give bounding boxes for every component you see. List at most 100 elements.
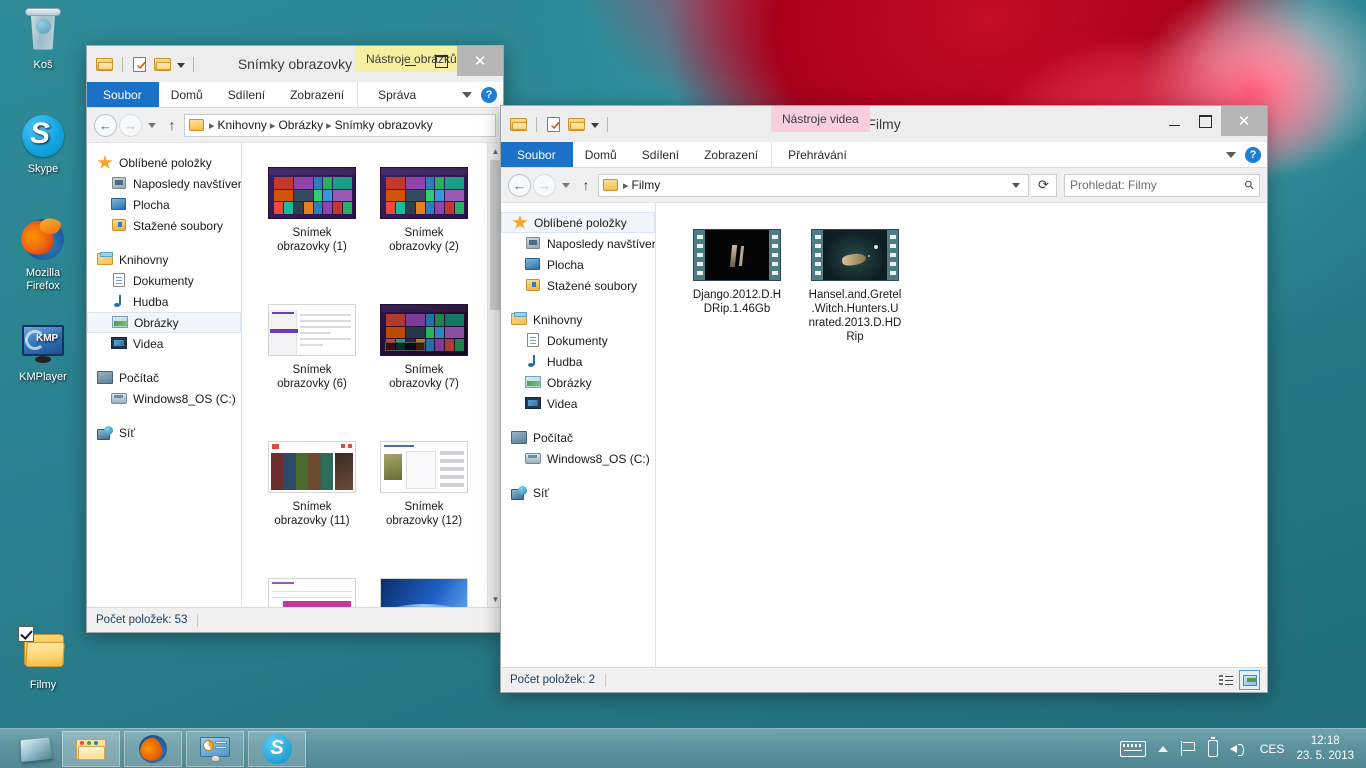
recent-locations-icon[interactable] (144, 123, 160, 128)
nav-item-desktop[interactable]: Plocha (501, 254, 655, 275)
file-item[interactable] (256, 568, 368, 607)
tab-soubor[interactable]: Soubor (87, 82, 159, 107)
window-controls[interactable]: ✕ (1159, 106, 1267, 136)
customize-dropdown-icon[interactable] (591, 123, 599, 128)
taskbar-button-skype[interactable]: S (248, 731, 306, 767)
desktop-icon-filmy-folder[interactable]: Filmy (0, 628, 86, 692)
file-item[interactable]: Snímek obrazovky (6) (256, 294, 368, 391)
file-item[interactable]: Snímek obrazovky (11) (256, 431, 368, 528)
nav-item-documents[interactable]: Dokumenty (501, 330, 655, 351)
maximize-button[interactable] (1190, 106, 1221, 136)
chevron-down-icon[interactable] (462, 92, 472, 98)
nav-item-computer[interactable]: Počítač (501, 427, 655, 448)
tab-zobrazeni[interactable]: Zobrazení (692, 142, 771, 167)
volume-icon[interactable] (1230, 741, 1248, 757)
window-controls[interactable]: ✕ (395, 46, 503, 76)
tab-prehravani[interactable]: Přehrávání (771, 142, 864, 167)
desktop-icon-recycle-bin[interactable]: Koš (0, 8, 86, 72)
tab-sdileni[interactable]: Sdílení (630, 142, 692, 167)
tab-zobrazeni[interactable]: Zobrazení (278, 82, 357, 107)
show-hidden-icons-icon[interactable] (1158, 746, 1168, 752)
window-titlebar[interactable]: Filmy Nástroje videa ✕ (501, 106, 1267, 142)
nav-item-music[interactable]: Hudba (87, 291, 241, 312)
properties-icon[interactable] (545, 116, 563, 132)
customize-dropdown-icon[interactable] (177, 63, 185, 68)
nav-item-desktop[interactable]: Plocha (87, 194, 241, 215)
language-indicator[interactable]: CES (1260, 742, 1285, 756)
navigation-pane[interactable]: Oblíbené položky Naposledy navštíver Plo… (501, 203, 656, 667)
tab-sprava[interactable]: Správa (357, 82, 437, 107)
file-item[interactable]: Snímek obrazovky (12) (368, 431, 480, 528)
taskbar-button-control-panel[interactable] (186, 731, 244, 767)
nav-item-windows8-os[interactable]: Windows8_OS (C:) (501, 448, 655, 469)
ribbon-tabs[interactable]: Soubor Domů Sdílení Zobrazení Přehrávání… (501, 142, 1267, 168)
nav-item-downloads[interactable]: Stažené soubory (501, 275, 655, 296)
file-item[interactable]: Django.2012.D.H DRip.1.46Gb (678, 219, 796, 344)
nav-item-network[interactable]: Síť (87, 422, 241, 443)
forward-button[interactable]: → (119, 114, 142, 137)
maximize-button[interactable] (426, 46, 457, 76)
action-center-icon[interactable] (1180, 741, 1196, 756)
nav-item-windows8-os[interactable]: Windows8_OS (C:) (87, 388, 241, 409)
navigation-pane[interactable]: Oblíbené položky Naposledy navštíver Plo… (87, 143, 242, 607)
nav-item-music[interactable]: Hudba (501, 351, 655, 372)
contextual-tab-video-tools[interactable]: Nástroje videa (771, 106, 870, 132)
taskbar-button-firefox[interactable] (124, 731, 182, 767)
back-button[interactable]: ← (508, 174, 531, 197)
minimize-button[interactable] (1159, 106, 1190, 136)
nav-item-recent-places[interactable]: Naposledy navštíver (501, 233, 655, 254)
keyboard-icon[interactable] (1120, 741, 1146, 757)
tab-soubor[interactable]: Soubor (501, 142, 573, 167)
nav-item-recent-places[interactable]: Naposledy navštíver (87, 173, 241, 194)
window-titlebar[interactable]: Snímky obrazovky Nástroje obrázků ✕ (87, 46, 503, 82)
folder-icon[interactable] (96, 56, 114, 72)
nav-item-network[interactable]: Síť (501, 482, 655, 503)
recent-locations-icon[interactable] (558, 183, 574, 188)
file-item[interactable] (368, 568, 480, 607)
ribbon-tabs[interactable]: Soubor Domů Sdílení Zobrazení Správa ? (87, 82, 503, 108)
file-list-pane[interactable]: Django.2012.D.H DRip.1.46Gb Hansel.and.G… (656, 203, 1267, 667)
breadcrumb-item-2[interactable]: Snímky obrazovky (335, 118, 433, 132)
breadcrumb[interactable]: ▸ Filmy (598, 174, 1029, 197)
breadcrumb-item-0[interactable]: Knihovny (218, 118, 267, 132)
view-toggle-buttons[interactable] (1215, 670, 1260, 690)
nav-item-favorites[interactable]: Oblíbené položky (87, 152, 241, 173)
desktop-icon-kmplayer[interactable]: KMP KMPlayer (0, 320, 86, 384)
nav-item-libraries[interactable]: Knihovny (501, 309, 655, 330)
breadcrumb[interactable]: ▸ Knihovny ▸ Obrázky ▸ Snímky obrazovky (184, 114, 496, 137)
close-button[interactable]: ✕ (1221, 106, 1267, 136)
forward-button[interactable]: → (533, 174, 556, 197)
nav-item-pictures[interactable]: Obrázky (501, 372, 655, 393)
nav-item-computer[interactable]: Počítač (87, 367, 241, 388)
new-folder-icon[interactable] (568, 116, 586, 132)
file-item[interactable]: Snímek obrazovky (7) (368, 294, 480, 391)
nav-item-libraries[interactable]: Knihovny (87, 249, 241, 270)
help-icon[interactable]: ? (481, 87, 497, 103)
clock[interactable]: 12:18 23. 5. 2013 (1296, 734, 1358, 764)
up-button[interactable]: ↑ (576, 177, 596, 193)
quick-access-toolbar[interactable] (87, 46, 197, 82)
folder-icon[interactable] (510, 116, 528, 132)
file-item[interactable]: Snímek obrazovky (1) (256, 157, 368, 254)
quick-access-toolbar[interactable] (501, 106, 611, 142)
desktop-icon-firefox[interactable]: Mozilla Firefox (0, 216, 86, 293)
taskbar-button-file-explorer[interactable] (62, 731, 120, 767)
refresh-button[interactable]: ⟳ (1031, 174, 1057, 197)
chevron-down-icon[interactable] (1226, 152, 1236, 158)
checkbox-icon[interactable] (18, 626, 34, 642)
details-view-button[interactable] (1215, 670, 1236, 690)
nav-item-favorites[interactable]: Oblíbené položky (501, 212, 655, 233)
file-item[interactable]: Snímek obrazovky (2) (368, 157, 480, 254)
address-bar[interactable]: ← → ↑ ▸ Filmy ⟳ Prohledat: Filmy ⚲ (501, 168, 1267, 202)
address-bar[interactable]: ← → ↑ ▸ Knihovny ▸ Obrázky ▸ Snímky obra… (87, 108, 503, 142)
breadcrumb-item-0[interactable]: Filmy (632, 178, 661, 192)
start-button[interactable] (14, 731, 58, 767)
new-folder-icon[interactable] (154, 56, 172, 72)
explorer-window-pictures[interactable]: Snímky obrazovky Nástroje obrázků ✕ Soub… (86, 45, 504, 633)
nav-item-documents[interactable]: Dokumenty (87, 270, 241, 291)
properties-icon[interactable] (131, 56, 149, 72)
thumbnails-view-button[interactable] (1239, 670, 1260, 690)
file-list-pane[interactable]: Snímek obrazovky (1) Snímek obrazovky (2… (242, 143, 503, 607)
nav-item-videos[interactable]: Videa (501, 393, 655, 414)
address-dropdown-icon[interactable] (1007, 183, 1024, 188)
